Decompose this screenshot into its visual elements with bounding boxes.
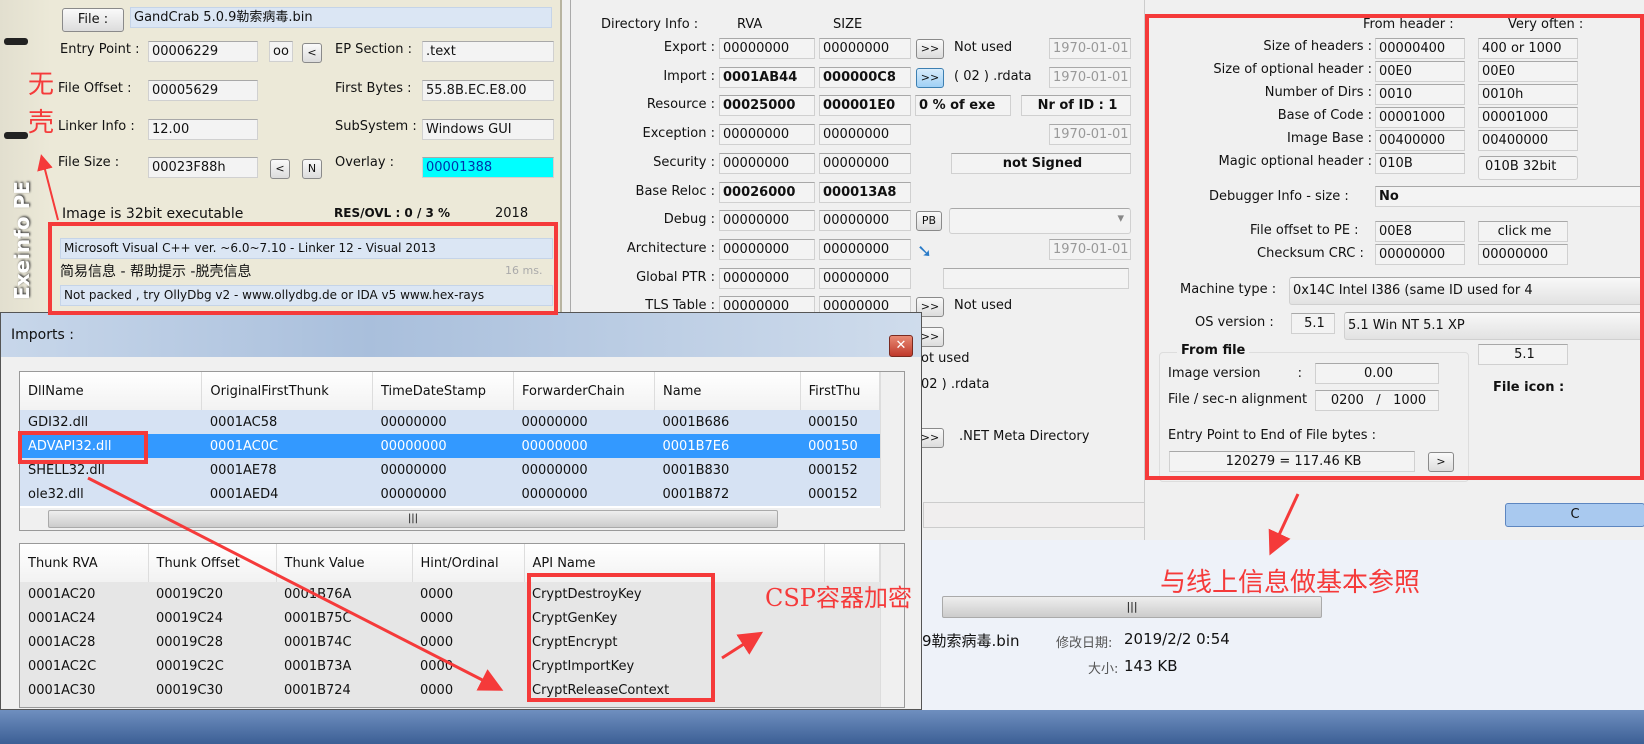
arrow-no-pack — [37, 154, 59, 221]
arrow-csp — [721, 631, 764, 660]
arrow-reference — [1268, 493, 1300, 556]
arrow-advapi — [87, 476, 504, 691]
annotation-arrows — [37, 154, 1300, 691]
